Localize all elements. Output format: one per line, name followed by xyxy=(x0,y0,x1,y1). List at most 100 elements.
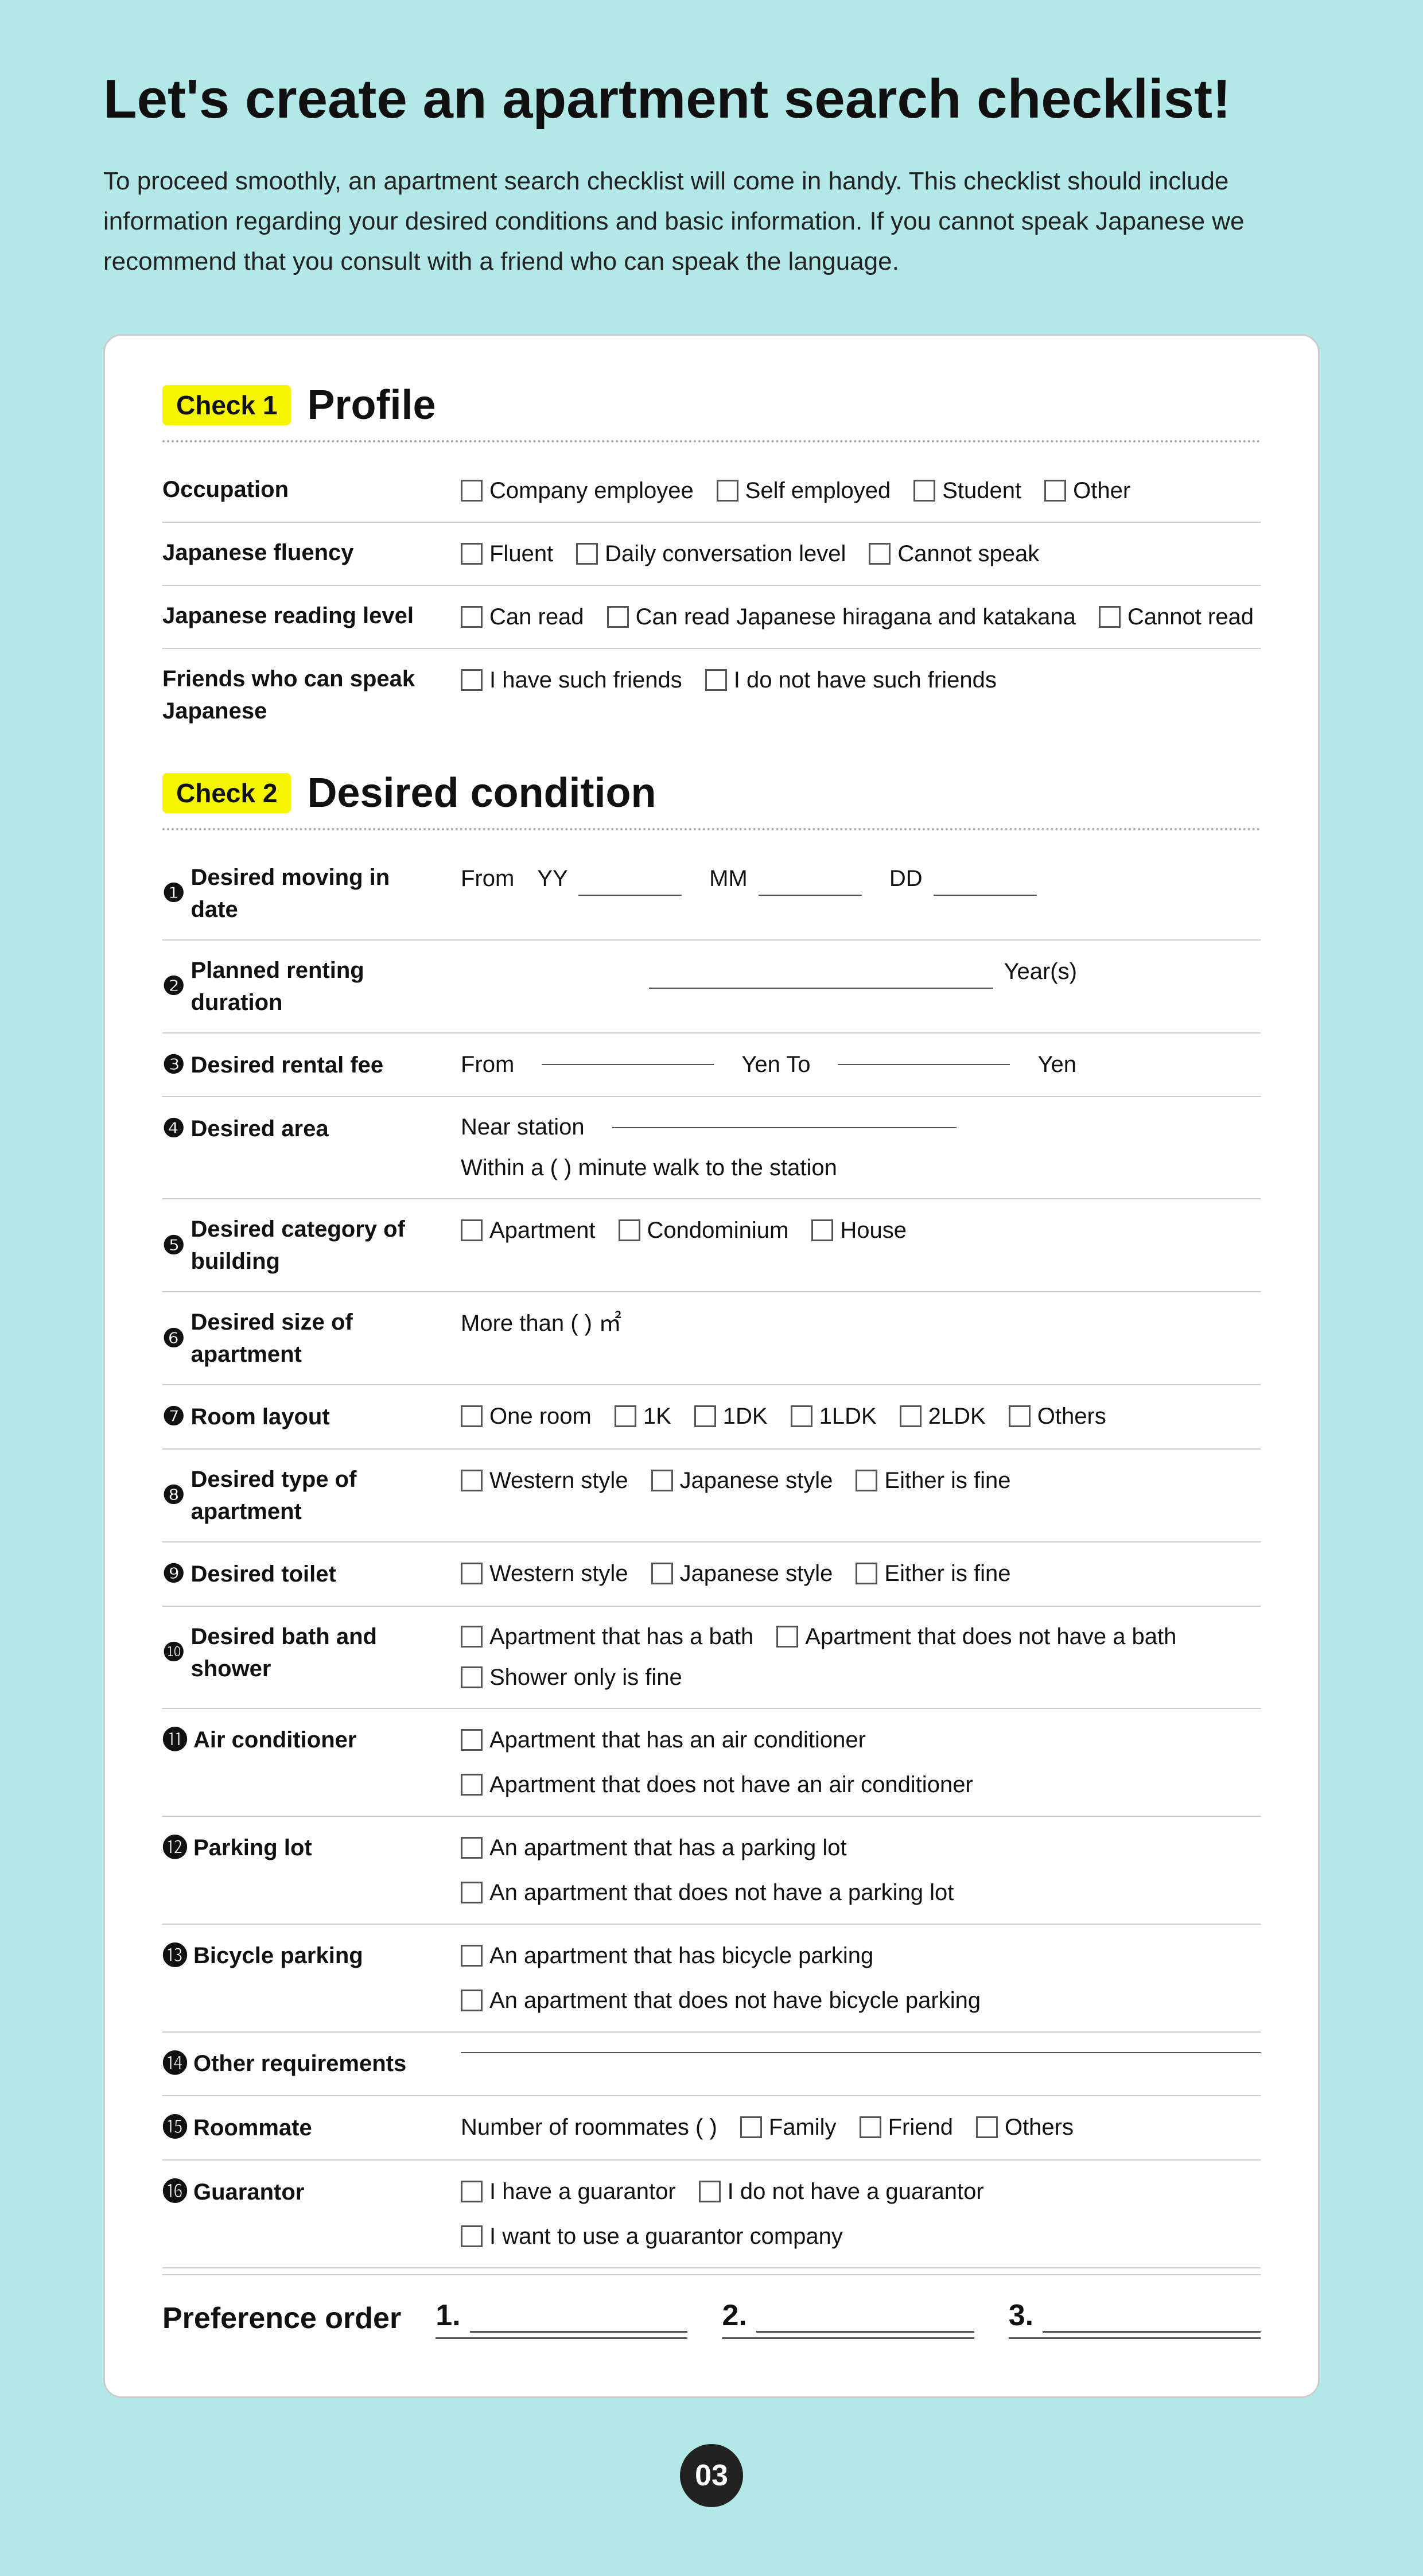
layout-oneroom[interactable]: One room xyxy=(461,1399,592,1433)
reading-hiragana[interactable]: Can read Japanese hiragana and katakana xyxy=(607,600,1076,634)
layout-2ldk[interactable]: 2LDK xyxy=(900,1399,986,1433)
type-western[interactable]: Western style xyxy=(461,1463,628,1498)
checkbox[interactable] xyxy=(461,1990,483,2011)
roommate-others[interactable]: Others xyxy=(976,2110,1074,2144)
friends-donot[interactable]: I do not have such friends xyxy=(705,663,997,697)
pref-item-2: 2. xyxy=(722,2298,974,2339)
checkbox[interactable] xyxy=(461,1219,483,1241)
occupation-self[interactable]: Self employed xyxy=(717,473,891,508)
toilet-western[interactable]: Western style xyxy=(461,1556,628,1591)
checkbox[interactable] xyxy=(461,1563,483,1584)
aircon-donot[interactable]: Apartment that does not have an air cond… xyxy=(461,1767,973,1802)
bath-has[interactable]: Apartment that has a bath xyxy=(461,1624,753,1650)
friends-have[interactable]: I have such friends xyxy=(461,663,682,697)
preference-label: Preference order xyxy=(162,2301,401,2336)
intro-paragraph: To proceed smoothly, an apartment search… xyxy=(103,161,1320,282)
building-category-options: Apartment Condominium House xyxy=(461,1213,1261,1248)
checkbox[interactable] xyxy=(913,480,935,502)
layout-1dk[interactable]: 1DK xyxy=(694,1399,768,1433)
parking-has[interactable]: An apartment that has a parking lot xyxy=(461,1831,847,1865)
checkbox[interactable] xyxy=(740,2116,762,2138)
checkbox[interactable] xyxy=(1009,1405,1031,1427)
checkbox[interactable] xyxy=(461,1729,483,1751)
checkbox[interactable] xyxy=(1099,606,1121,628)
checkbox[interactable] xyxy=(461,2225,483,2247)
toilet-options: Western style Japanese style Either is f… xyxy=(461,1556,1261,1591)
bicycle-donot[interactable]: An apartment that does not have bicycle … xyxy=(461,1983,981,2018)
checkbox[interactable] xyxy=(694,1405,716,1427)
layout-others[interactable]: Others xyxy=(1009,1399,1106,1433)
cat-apartment[interactable]: Apartment xyxy=(461,1213,596,1248)
guarantor-donot[interactable]: I do not have a guarantor xyxy=(699,2174,984,2209)
bicycle-has[interactable]: An apartment that has bicycle parking xyxy=(461,1938,873,1973)
checkbox[interactable] xyxy=(461,1774,483,1796)
checkbox[interactable] xyxy=(856,1563,877,1584)
more-than-text: More than ( ) ㎡ xyxy=(461,1306,621,1341)
checkbox[interactable] xyxy=(811,1219,833,1241)
type-either[interactable]: Either is fine xyxy=(856,1463,1010,1498)
checkbox[interactable] xyxy=(576,543,598,565)
check2-title: Desired condition xyxy=(307,770,656,817)
cat-house[interactable]: House xyxy=(811,1213,907,1248)
checkbox[interactable] xyxy=(461,543,483,565)
aircon-has[interactable]: Apartment that has an air conditioner xyxy=(461,1723,866,1757)
reading-cannot[interactable]: Cannot read xyxy=(1099,600,1254,634)
checkbox[interactable] xyxy=(461,669,483,691)
fluency-daily[interactable]: Daily conversation level xyxy=(576,537,846,571)
checkbox[interactable] xyxy=(461,1882,483,1903)
checkbox[interactable] xyxy=(461,1666,483,1688)
toilet-either[interactable]: Either is fine xyxy=(856,1556,1010,1591)
toilet-row: ❾ Desired toilet Western style Japanese … xyxy=(162,1543,1261,1607)
checkbox[interactable] xyxy=(461,1405,483,1427)
checkbox[interactable] xyxy=(791,1405,812,1427)
renting-duration-row: ❷ Planned renting duration Year(s) xyxy=(162,941,1261,1033)
yen-label: Yen xyxy=(1037,1047,1076,1082)
checkbox[interactable] xyxy=(651,1470,673,1491)
checkbox[interactable] xyxy=(607,606,629,628)
checkbox[interactable] xyxy=(461,1626,483,1648)
roommate-family[interactable]: Family xyxy=(740,2110,837,2144)
dd-field: DD xyxy=(889,861,1041,896)
checkbox[interactable] xyxy=(461,1470,483,1491)
cat-condo[interactable]: Condominium xyxy=(619,1213,789,1248)
checkbox[interactable] xyxy=(900,1405,922,1427)
checkbox[interactable] xyxy=(461,1945,483,1967)
checkbox[interactable] xyxy=(705,669,727,691)
occupation-company[interactable]: Company employee xyxy=(461,473,694,508)
from-label: From xyxy=(461,861,514,896)
checkbox[interactable] xyxy=(699,2181,721,2202)
checkbox[interactable] xyxy=(461,1837,483,1859)
layout-1k[interactable]: 1K xyxy=(615,1399,671,1433)
checkbox[interactable] xyxy=(651,1563,673,1584)
moving-date-row: ❶ Desired moving in date From YY MM DD xyxy=(162,848,1261,941)
checkbox[interactable] xyxy=(461,2181,483,2202)
type-japanese[interactable]: Japanese style xyxy=(651,1463,833,1498)
occupation-other[interactable]: Other xyxy=(1044,473,1130,508)
checkbox[interactable] xyxy=(856,1470,877,1491)
checkbox[interactable] xyxy=(976,2116,998,2138)
checkbox[interactable] xyxy=(461,606,483,628)
checkbox[interactable] xyxy=(717,480,738,502)
aircon-row: ⓫ Air conditioner Apartment that has an … xyxy=(162,1709,1261,1817)
roommate-friend[interactable]: Friend xyxy=(860,2110,953,2144)
guarantor-company[interactable]: I want to use a guarantor company xyxy=(461,2219,843,2253)
checkbox[interactable] xyxy=(615,1405,636,1427)
checkbox[interactable] xyxy=(869,543,891,565)
checkbox[interactable] xyxy=(619,1219,640,1241)
fluency-cannot[interactable]: Cannot speak xyxy=(869,537,1039,571)
reading-can[interactable]: Can read xyxy=(461,600,584,634)
layout-1ldk[interactable]: 1LDK xyxy=(791,1399,877,1433)
toilet-japanese[interactable]: Japanese style xyxy=(651,1556,833,1591)
fluency-fluent[interactable]: Fluent xyxy=(461,537,553,571)
guarantor-have[interactable]: I have a guarantor xyxy=(461,2174,676,2209)
other-req-content xyxy=(461,2046,1261,2053)
checkbox[interactable] xyxy=(776,1626,798,1648)
renting-duration-label: ❷ Planned renting duration xyxy=(162,954,461,1019)
checkbox[interactable] xyxy=(860,2116,881,2138)
shower-only[interactable]: Shower only is fine xyxy=(461,1665,682,1691)
occupation-student[interactable]: Student xyxy=(913,473,1021,508)
parking-donot[interactable]: An apartment that does not have a parkin… xyxy=(461,1875,954,1910)
bath-donot[interactable]: Apartment that does not have a bath xyxy=(776,1624,1176,1650)
checkbox[interactable] xyxy=(461,480,483,502)
checkbox[interactable] xyxy=(1044,480,1066,502)
